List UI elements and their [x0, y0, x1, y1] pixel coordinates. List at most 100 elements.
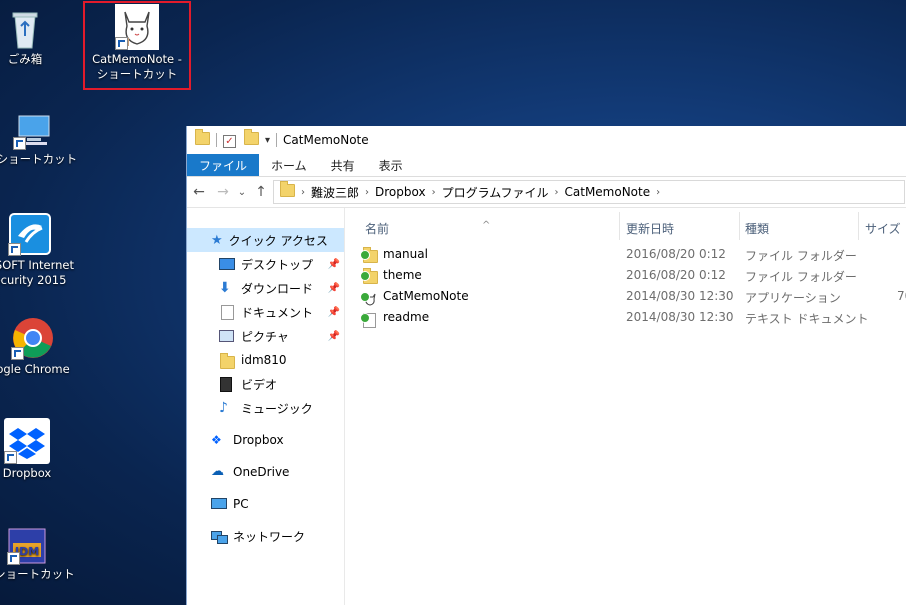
desktop-icon-shortcut-1[interactable]: - ショートカット	[0, 110, 88, 167]
file-size: 70	[897, 289, 906, 303]
desktop-icon-chrome[interactable]: ogle Chrome	[0, 316, 88, 377]
nav-item-label: ピクチャ	[241, 329, 289, 344]
dropbox-icon: ❖	[211, 433, 222, 447]
pin-icon[interactable]: 📌	[328, 331, 340, 342]
pin-icon[interactable]: 📌	[328, 259, 340, 270]
column-header-type[interactable]: 種類	[745, 220, 769, 237]
breadcrumb-item[interactable]: CatMemoNote	[565, 185, 651, 199]
recent-locations-chevron-icon[interactable]: ⌄	[235, 187, 249, 198]
file-date: 2014/08/30 12:30	[626, 310, 734, 324]
tab-file[interactable]: ファイル	[187, 154, 260, 176]
table-row[interactable]: manual 2016/08/20 0:12 ファイル フォルダー	[345, 244, 906, 265]
nav-item-quick-access[interactable]: ★ クイック アクセス	[187, 228, 344, 252]
navigation-pane: ★ クイック アクセス デスクトップ 📌 ⬇ ダウンロード 📌 ドキュメント 📌…	[187, 208, 345, 605]
pin-icon[interactable]: 📌	[328, 283, 340, 294]
file-type: テキスト ドキュメント	[745, 312, 869, 326]
nav-item-dropbox[interactable]: ❖ Dropbox	[187, 428, 344, 452]
picture-icon	[219, 329, 235, 343]
explorer-window[interactable]: ✓ ▾ CatMemoNote ファイル ホーム 共有 表示 ← → ⌄ ↑ ›…	[186, 126, 906, 605]
idm-icon: IDM	[7, 527, 47, 565]
nav-item-pc[interactable]: PC	[187, 492, 344, 516]
tab-view[interactable]: 表示	[367, 154, 415, 176]
sync-check-icon	[360, 271, 370, 281]
dropbox-icon	[4, 418, 50, 464]
divider	[216, 133, 217, 147]
table-row[interactable]: theme 2016/08/20 0:12 ファイル フォルダー	[345, 265, 906, 286]
quick-access-toolbar-dropdown-icon[interactable]: ▾	[265, 135, 270, 146]
download-arrow-icon: ⬇	[219, 280, 231, 296]
computer-icon	[211, 497, 227, 511]
nav-item-label: ミュージック	[241, 401, 313, 416]
desktop-icon-label: GSOFT Internet ecurity 2015	[0, 258, 75, 287]
nav-item-videos[interactable]: ビデオ	[187, 372, 344, 396]
new-folder-icon[interactable]	[244, 129, 259, 148]
file-name: CatMemoNote	[383, 289, 469, 303]
desktop-icon	[219, 257, 235, 271]
title-bar[interactable]: ✓ ▾ CatMemoNote	[187, 126, 906, 154]
breadcrumb-separator-icon[interactable]: ›	[555, 187, 559, 198]
properties-icon[interactable]: ✓	[223, 133, 236, 148]
desktop-icon-label: CatMemoNote - ショートカット	[92, 52, 182, 81]
desktop-icon-catmemonote[interactable]: CatMemoNote - ショートカット	[82, 4, 192, 82]
breadcrumb-separator-icon[interactable]: ›	[365, 187, 369, 198]
breadcrumb-separator-icon[interactable]: ›	[656, 187, 660, 198]
file-date: 2016/08/20 0:12	[626, 247, 726, 261]
desktop-icon-zonealarm[interactable]: GSOFT Internet ecurity 2015	[0, 212, 85, 288]
document-icon	[219, 305, 235, 320]
desktop-icon-label: Dropbox	[2, 466, 52, 480]
pin-icon[interactable]: 📌	[328, 307, 340, 318]
up-arrow-icon[interactable]: ↑	[249, 184, 273, 200]
breadcrumb-item[interactable]: 難波三郎	[311, 184, 359, 201]
table-row[interactable]: readme 2014/08/30 12:30 テキスト ドキュメント	[345, 307, 906, 328]
sync-check-icon	[360, 292, 370, 302]
column-divider[interactable]	[739, 212, 740, 240]
shortcut-arrow-icon	[7, 552, 20, 565]
computer-icon	[13, 110, 53, 150]
desktop-icon-recycle-bin[interactable]: ごみ箱	[0, 6, 80, 67]
column-header-size[interactable]: サイズ	[865, 220, 901, 237]
column-divider[interactable]	[619, 212, 620, 240]
nav-item-label: Dropbox	[233, 433, 284, 447]
nav-item-pictures[interactable]: ピクチャ 📌	[187, 324, 344, 348]
desktop-icon-idm[interactable]: IDM I - ショートカット	[0, 527, 82, 582]
nav-item-documents[interactable]: ドキュメント 📌	[187, 300, 344, 324]
sync-check-icon	[360, 250, 370, 260]
tab-home[interactable]: ホーム	[259, 154, 319, 176]
back-arrow-icon[interactable]: ←	[187, 184, 211, 200]
nav-item-onedrive[interactable]: ☁ OneDrive	[187, 460, 344, 484]
column-divider[interactable]	[858, 212, 859, 240]
nav-item-desktop[interactable]: デスクトップ 📌	[187, 252, 344, 276]
nav-item-network[interactable]: ネットワーク	[187, 524, 344, 548]
forward-arrow-icon[interactable]: →	[211, 184, 235, 200]
file-name: manual	[383, 247, 428, 261]
desktop-icon-label: - ショートカット	[0, 152, 78, 166]
breadcrumb-separator-icon[interactable]: ›	[301, 187, 305, 198]
breadcrumb-item[interactable]: Dropbox	[375, 185, 426, 199]
sync-check-icon	[360, 313, 370, 323]
star-icon: ★	[211, 232, 223, 248]
explorer-body: ★ クイック アクセス デスクトップ 📌 ⬇ ダウンロード 📌 ドキュメント 📌…	[187, 208, 906, 605]
recycle-bin-icon	[7, 6, 43, 50]
file-date: 2014/08/30 12:30	[626, 289, 734, 303]
nav-item-downloads[interactable]: ⬇ ダウンロード 📌	[187, 276, 344, 300]
breadcrumb-item[interactable]: プログラムファイル	[442, 184, 549, 201]
nav-item-label: OneDrive	[233, 465, 290, 479]
nav-item-label: ダウンロード	[241, 281, 314, 296]
desktop-icon-label: I - ショートカット	[0, 567, 75, 581]
address-bar[interactable]: › 難波三郎 › Dropbox › プログラムファイル › CatMemoNo…	[273, 180, 905, 204]
tab-share[interactable]: 共有	[319, 154, 367, 176]
cat-icon	[115, 4, 159, 50]
nav-item-idm810[interactable]: idm810	[187, 348, 344, 372]
nav-item-label: ビデオ	[241, 377, 278, 392]
column-header-name[interactable]: 名前	[365, 220, 389, 237]
shortcut-arrow-icon	[11, 347, 24, 360]
column-header-date[interactable]: 更新日時	[626, 220, 674, 237]
video-icon	[219, 377, 235, 392]
nav-item-music[interactable]: ♪ ミュージック	[187, 396, 344, 420]
desktop-icon-dropbox[interactable]: Dropbox	[0, 418, 82, 481]
shortcut-arrow-icon	[4, 451, 17, 464]
folder-icon	[280, 181, 295, 200]
breadcrumb-separator-icon[interactable]: ›	[432, 187, 436, 198]
table-row[interactable]: CatMemoNote 2014/08/30 12:30 アプリケーション 70	[345, 286, 906, 307]
file-type: ファイル フォルダー	[745, 249, 857, 263]
